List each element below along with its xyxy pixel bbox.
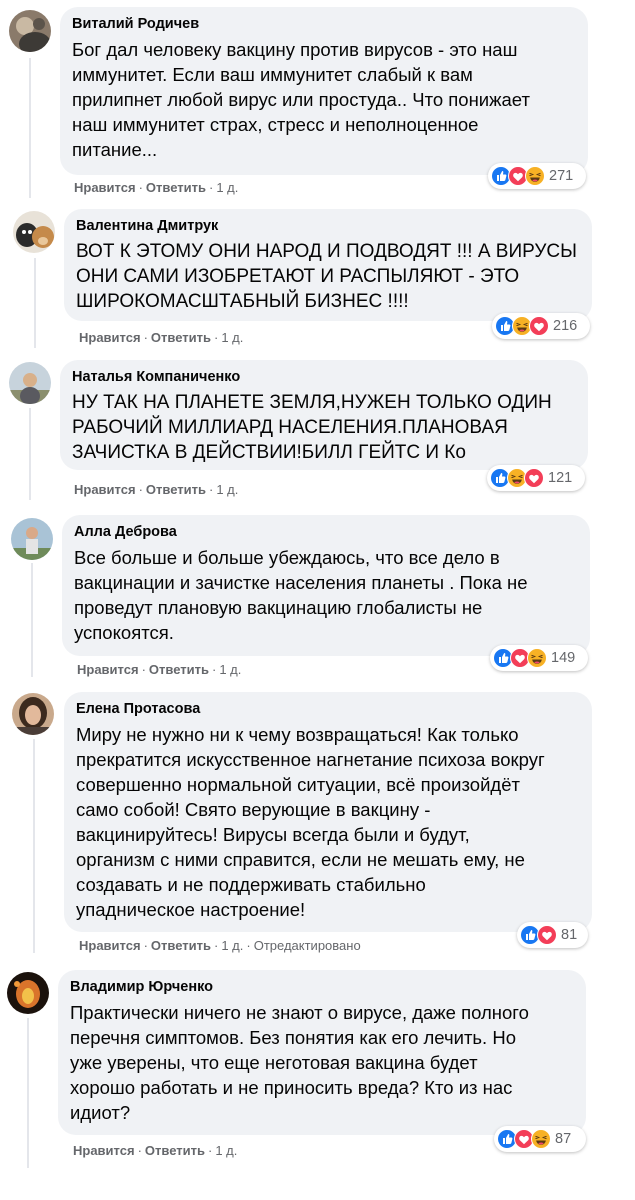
comment-bubble: Валентина Дмитрук ВОТ К ЭТОМУ ОНИ НАРОД … bbox=[64, 209, 592, 321]
reaction-summary[interactable]: 271 bbox=[488, 163, 586, 189]
avatar[interactable] bbox=[11, 518, 53, 560]
reaction-count: 216 bbox=[553, 318, 578, 334]
like-button[interactable]: Нравится bbox=[79, 330, 141, 345]
avatar[interactable] bbox=[13, 211, 55, 253]
comment-bubble: Владимир Юрченко Практически ничего не з… bbox=[58, 970, 586, 1135]
comment-author[interactable]: Елена Протасова bbox=[76, 700, 580, 719]
comment-author[interactable]: Владимир Юрченко bbox=[70, 978, 574, 997]
reply-button[interactable]: Ответить bbox=[151, 938, 211, 953]
haha-icon bbox=[531, 1129, 551, 1149]
comment-author[interactable]: Валентина Дмитрук bbox=[76, 217, 580, 236]
reaction-summary[interactable]: 149 bbox=[490, 645, 588, 671]
reply-button[interactable]: Ответить bbox=[146, 180, 206, 195]
comment-author[interactable]: Наталья Компаниченко bbox=[72, 368, 576, 387]
comment-time[interactable]: 1 д. bbox=[216, 180, 238, 195]
like-button[interactable]: Нравится bbox=[74, 482, 136, 497]
comment-author[interactable]: Алла Деброва bbox=[74, 523, 578, 542]
reply-button[interactable]: Ответить bbox=[146, 482, 206, 497]
avatar[interactable] bbox=[9, 362, 51, 404]
love-icon bbox=[524, 468, 544, 488]
comment-actions: Нравится · Ответить · 1 д. bbox=[74, 180, 239, 195]
comment-actions: Нравится · Ответить · 1 д. bbox=[74, 482, 239, 497]
reply-button[interactable]: Ответить bbox=[151, 330, 211, 345]
haha-icon bbox=[525, 166, 545, 186]
haha-icon bbox=[527, 648, 547, 668]
like-button[interactable]: Нравится bbox=[77, 662, 139, 677]
comment-bubble: Наталья Компаниченко НУ ТАК НА ПЛАНЕТЕ З… bbox=[60, 360, 588, 470]
comment-text: Все больше и больше убеждаюсь, что все д… bbox=[74, 547, 528, 643]
comment-time[interactable]: 1 д. bbox=[215, 1143, 237, 1158]
thread-line bbox=[34, 258, 36, 348]
comment-text: НУ ТАК НА ПЛАНЕТЕ ЗЕМЛЯ,НУЖЕН ТОЛЬКО ОДИ… bbox=[72, 392, 552, 463]
comment-time[interactable]: 1 д. bbox=[221, 938, 243, 953]
comment-actions: Нравится · Ответить · 1 д. bbox=[73, 1143, 238, 1158]
comment-bubble: Елена Протасова Миру не нужно ни к чему … bbox=[64, 692, 592, 932]
like-button[interactable]: Нравится bbox=[79, 938, 141, 953]
reply-button[interactable]: Ответить bbox=[145, 1143, 205, 1158]
thread-line bbox=[33, 739, 35, 953]
love-icon bbox=[529, 316, 549, 336]
thread-line bbox=[31, 563, 33, 677]
like-button[interactable]: Нравится bbox=[74, 180, 136, 195]
reaction-count: 121 bbox=[548, 470, 573, 486]
comment-time[interactable]: 1 д. bbox=[219, 662, 241, 677]
comment-actions: Нравится · Ответить · 1 д. bbox=[77, 662, 242, 677]
reaction-count: 149 bbox=[551, 650, 576, 666]
thread-line bbox=[27, 1018, 29, 1168]
reaction-summary[interactable]: 87 bbox=[494, 1126, 586, 1152]
reaction-count: 87 bbox=[555, 1131, 572, 1147]
comment-time[interactable]: 1 д. bbox=[221, 330, 243, 345]
reply-button[interactable]: Ответить bbox=[149, 662, 209, 677]
reaction-count: 271 bbox=[549, 168, 574, 184]
edited-label[interactable]: Отредактировано bbox=[254, 938, 361, 953]
comment-text: ВОТ К ЭТОМУ ОНИ НАРОД И ПОДВОДЯТ !!! А В… bbox=[76, 241, 577, 312]
reaction-summary[interactable]: 81 bbox=[517, 922, 588, 948]
comment-actions: Нравится · Ответить · 1 д. · Отредактировано bbox=[79, 938, 361, 953]
comment-bubble: Виталий Родичев Бог дал человеку вакцину… bbox=[60, 7, 588, 175]
reaction-summary[interactable]: 216 bbox=[492, 313, 590, 339]
avatar[interactable] bbox=[9, 10, 51, 52]
thread-line bbox=[29, 408, 31, 500]
like-button[interactable]: Нравится bbox=[73, 1143, 135, 1158]
avatar[interactable] bbox=[12, 693, 54, 735]
comment-time[interactable]: 1 д. bbox=[216, 482, 238, 497]
comment-text: Практически ничего не знают о вирусе, да… bbox=[70, 1002, 529, 1123]
comment-text: Миру не нужно ни к чему возвращаться! Ка… bbox=[76, 724, 545, 920]
reaction-count: 81 bbox=[561, 927, 578, 943]
avatar[interactable] bbox=[7, 972, 49, 1014]
thread-line bbox=[29, 58, 31, 198]
comment-bubble: Алла Деброва Все больше и больше убеждаю… bbox=[62, 515, 590, 656]
comment-text: Бог дал человеку вакцину против вирусов … bbox=[72, 39, 530, 160]
reaction-summary[interactable]: 121 bbox=[487, 465, 585, 491]
comment-actions: Нравится · Ответить · 1 д. bbox=[79, 330, 244, 345]
comment-author[interactable]: Виталий Родичев bbox=[72, 15, 576, 34]
love-icon bbox=[537, 925, 557, 945]
